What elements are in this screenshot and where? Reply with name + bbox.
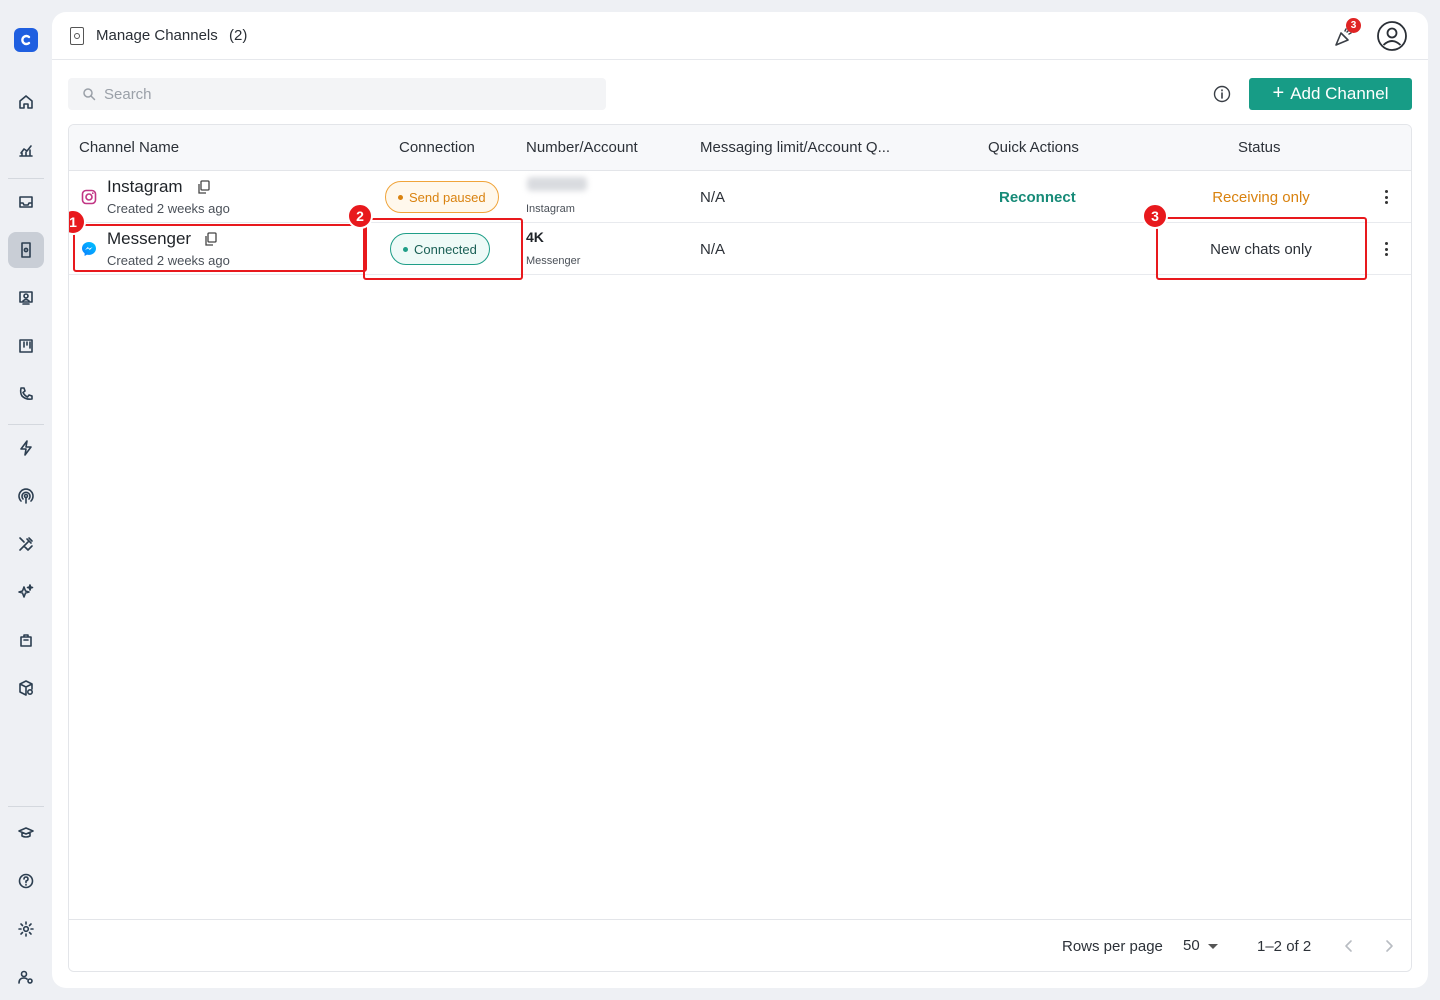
channel-name: Instagram xyxy=(107,177,183,196)
channel-name: Messenger xyxy=(107,229,192,248)
table-row[interactable]: Messenger Created 2 weeks ago Connected … xyxy=(69,223,1411,275)
channels-icon xyxy=(21,242,31,258)
broadcast-icon xyxy=(18,488,34,504)
table-header: Channel Name Connection Number/Account M… xyxy=(69,125,1411,171)
search-input[interactable] xyxy=(104,78,594,110)
nav-inbox[interactable] xyxy=(8,184,44,220)
left-rail xyxy=(0,0,52,1000)
add-channel-label: Add Channel xyxy=(1290,84,1389,103)
tools-icon xyxy=(19,537,33,551)
nav-analytics[interactable] xyxy=(8,132,44,168)
chevron-left-icon[interactable] xyxy=(1339,936,1359,956)
nav-tools[interactable] xyxy=(8,526,44,562)
rail-divider xyxy=(8,424,44,425)
inbox-icon xyxy=(19,196,33,208)
nav-calls[interactable] xyxy=(8,376,44,412)
sparkle-icon xyxy=(18,584,34,598)
nav-integrations[interactable] xyxy=(8,670,44,706)
annotation-marker-2: 2 xyxy=(347,203,373,229)
messaging-limit: N/A xyxy=(700,241,726,258)
main-panel: Manage Channels (2) 3 + Add Channel Chan… xyxy=(52,12,1428,988)
channel-status: Receiving only xyxy=(1212,189,1310,206)
reconnect-link[interactable]: Reconnect xyxy=(999,189,1076,206)
add-channel-button[interactable]: + Add Channel xyxy=(1249,78,1412,110)
nav-settings[interactable] xyxy=(8,911,44,947)
gear-icon xyxy=(18,921,34,937)
channel-created: Created 2 weeks ago xyxy=(107,201,230,216)
top-bar: Manage Channels (2) 3 xyxy=(52,12,1428,60)
chevron-right-icon[interactable] xyxy=(1379,936,1399,956)
search-icon xyxy=(83,88,96,101)
account-redacted xyxy=(527,177,587,191)
user-settings-icon xyxy=(18,970,33,984)
channel-created: Created 2 weeks ago xyxy=(107,253,230,268)
connection-status-badge: Send paused xyxy=(385,181,499,213)
connection-status-badge: Connected xyxy=(390,233,490,265)
nav-board[interactable] xyxy=(8,328,44,364)
pagination-range: 1–2 of 2 xyxy=(1257,938,1312,955)
row-menu-icon[interactable] xyxy=(1379,240,1393,258)
nav-home[interactable] xyxy=(8,84,44,120)
connection-label: Send paused xyxy=(409,189,486,205)
rows-per-page-label: Rows per page xyxy=(1062,938,1163,955)
nav-contacts[interactable] xyxy=(8,280,44,316)
nav-automation[interactable] xyxy=(8,430,44,466)
row-menu-icon[interactable] xyxy=(1379,188,1393,206)
rail-divider xyxy=(8,178,44,179)
channel-count: (2) xyxy=(229,27,248,44)
nav-account[interactable] xyxy=(8,959,44,995)
column-number-account[interactable]: Number/Account xyxy=(526,139,638,156)
graduation-cap-icon xyxy=(18,827,34,838)
logo-icon xyxy=(21,34,31,46)
messenger-icon xyxy=(82,242,96,256)
home-icon xyxy=(19,95,33,109)
lightning-icon xyxy=(20,440,32,456)
bag-icon xyxy=(20,634,32,647)
nav-broadcast[interactable] xyxy=(8,478,44,514)
account-platform: Instagram xyxy=(526,203,575,215)
copy-icon[interactable] xyxy=(198,180,210,194)
messaging-limit: N/A xyxy=(700,189,726,206)
notification-badge: 3 xyxy=(1346,18,1361,33)
plus-icon: + xyxy=(1272,82,1285,104)
box-gear-icon xyxy=(19,680,34,696)
phone-icon xyxy=(19,387,33,400)
column-status[interactable]: Status xyxy=(1238,139,1281,156)
instagram-icon xyxy=(81,189,97,205)
contacts-icon xyxy=(19,291,33,305)
chart-icon xyxy=(19,145,33,157)
rows-per-page-select[interactable]: 50 xyxy=(1183,937,1200,954)
nav-commerce[interactable] xyxy=(8,622,44,658)
status-dot xyxy=(398,194,403,200)
nav-learn[interactable] xyxy=(8,815,44,851)
account-value: 4K xyxy=(526,229,544,245)
column-messaging-limit[interactable]: Messaging limit/Account Q... xyxy=(700,139,890,156)
connection-label: Connected xyxy=(414,241,477,257)
status-dot xyxy=(403,246,408,252)
profile-avatar-icon[interactable] xyxy=(1376,20,1408,52)
help-icon xyxy=(18,873,34,889)
column-quick-actions[interactable]: Quick Actions xyxy=(988,139,1079,156)
search-box xyxy=(68,78,606,110)
channels-page-icon xyxy=(70,27,84,45)
nav-channels[interactable] xyxy=(8,232,44,268)
nav-help[interactable] xyxy=(8,863,44,899)
account-platform: Messenger xyxy=(526,255,581,267)
annotation-marker-3: 3 xyxy=(1142,203,1168,229)
nav-ai[interactable] xyxy=(8,574,44,610)
channels-table: Channel Name Connection Number/Account M… xyxy=(68,124,1412,972)
caret-down-icon[interactable] xyxy=(1208,944,1218,949)
app-logo[interactable] xyxy=(14,28,38,52)
column-channel-name[interactable]: Channel Name xyxy=(79,139,179,156)
copy-icon[interactable] xyxy=(205,232,217,246)
table-footer: Rows per page 50 1–2 of 2 xyxy=(69,919,1411,971)
channel-status: New chats only xyxy=(1210,241,1312,258)
rail-divider xyxy=(8,806,44,807)
column-connection[interactable]: Connection xyxy=(399,139,475,156)
table-row[interactable]: Instagram Created 2 weeks ago Send pause… xyxy=(69,171,1411,223)
page-title: Manage Channels xyxy=(96,27,218,44)
board-icon xyxy=(19,339,33,353)
info-icon[interactable] xyxy=(1212,84,1232,104)
